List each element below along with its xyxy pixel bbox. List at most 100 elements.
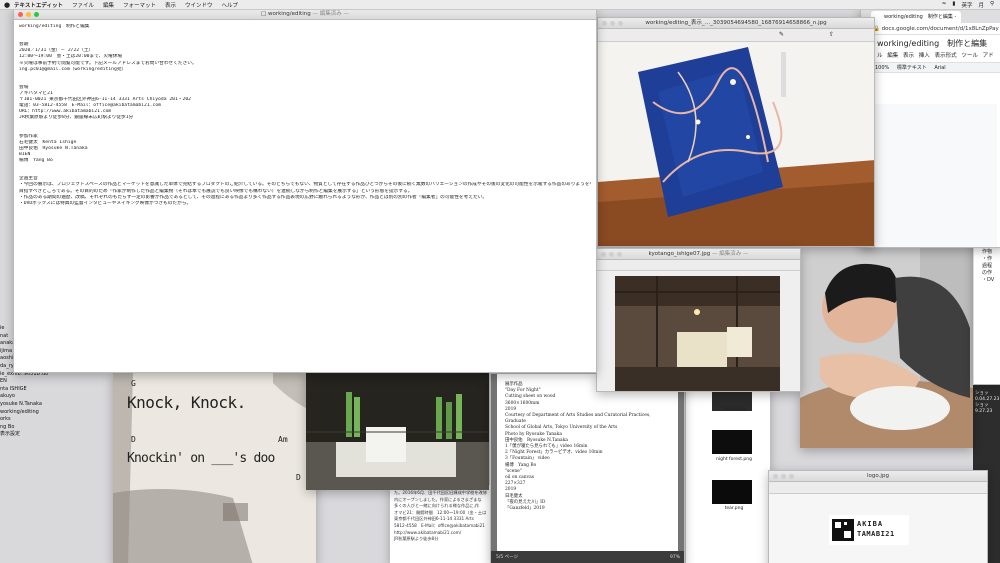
kyoto-status: — 編集済み — — [712, 251, 749, 257]
knock-line1: Knock, Knock. — [127, 393, 246, 412]
share-icon[interactable]: ⇧ — [829, 31, 834, 38]
jpdoc-line: 東京都千代田区外神田6-11-14 3331 Arts — [394, 516, 474, 522]
menu-view[interactable]: 表示 — [165, 1, 176, 9]
zoom-button[interactable] — [34, 12, 39, 17]
desktop-file-item[interactable]: orks — [0, 416, 60, 424]
browser-tabbar: working/editing 制作と編集 - — [861, 9, 1000, 23]
warehouse-photo — [597, 272, 800, 391]
browser-tab-label: working/editing 制作と編集 - — [884, 14, 957, 20]
editor-titlebar[interactable]: □ working/editing — 編集済み — — [14, 9, 596, 20]
logo-text-1: AKIBA — [857, 520, 884, 528]
gdoc-title[interactable]: working/editing 制作と編集 — [861, 35, 1000, 49]
menubar: ● テキストエディット ファイル 編集 フォーマット 表示 ウインドウ ヘルプ … — [0, 0, 1000, 10]
logo-toolbar — [769, 482, 987, 494]
zoom-select[interactable]: 100% — [875, 65, 889, 71]
chord-g: G — [131, 379, 136, 388]
desktop-file-item[interactable]: akuyo — [0, 393, 60, 401]
text-editor-window: □ working/editing — 編集済み — working/editi… — [13, 8, 597, 373]
menu-help[interactable]: ヘルプ — [222, 1, 239, 9]
status-area: ≈ ▮ 英字 月 ⚲ — [942, 1, 1000, 9]
thumb-label-night-forest[interactable]: night forest.png — [704, 457, 764, 462]
doc-icon: □ — [261, 11, 267, 17]
menu-edit[interactable]: 編集 — [103, 1, 114, 9]
desktop-file-item[interactable]: yosuke N.Tanaka — [0, 401, 60, 409]
markup-icon[interactable]: ✎ — [779, 31, 784, 38]
clock[interactable]: 月 — [978, 1, 984, 9]
photo-window-installation: working/editing_表示_…_3039054694580_16876… — [597, 17, 875, 247]
jpdoc-line: 5812-4558 E-Mail：office@akibatamabi21 — [394, 522, 485, 528]
jpdoc-line: 多くの人びと一緒に向けられる様な作品に,作 — [394, 503, 480, 509]
gdoc-toolbar: 100% 標準テキスト Arial — [861, 62, 1000, 73]
gdoc-menu-view[interactable]: 表示 — [903, 53, 914, 59]
apple-icon[interactable]: ● — [0, 1, 14, 9]
chord-d2: D — [296, 473, 301, 482]
page-indicator: 5/5 ページ — [496, 555, 519, 560]
chord-am: Am — [278, 435, 288, 444]
editor-title: working/editing — [267, 11, 311, 17]
menubar-app-name[interactable]: テキストエディット — [14, 1, 63, 9]
gdoc-menu-edit[interactable]: 編集 — [887, 53, 898, 59]
glass-bottles-photo — [306, 372, 489, 490]
gdoc-menu-format[interactable]: 表示形式 — [935, 53, 957, 59]
logo-title: logo.jpg — [867, 473, 889, 479]
jpdoc-line: JR秋葉原駅より徒歩8分 — [394, 536, 439, 542]
sleeping-person-photo — [800, 248, 973, 448]
search-icon[interactable]: ⚲ — [990, 1, 994, 9]
logo-window: logo.jpg AKIBA TAMABI21 — [768, 470, 988, 563]
kyoto-titlebar[interactable]: kyotango_ishige07.jpg — 編集済み — — [597, 249, 800, 260]
installation-photo — [598, 42, 874, 246]
photo-window-kyotango: kyotango_ishige07.jpg — 編集済み — — [596, 248, 801, 392]
thumb-night-forest[interactable] — [712, 430, 752, 454]
document-viewer: 展示作品 "Day For Night" Cutting sheet on wood… — [490, 373, 685, 563]
menu-window[interactable]: ウインドウ — [185, 1, 213, 9]
menu-format[interactable]: フォーマット — [123, 1, 156, 9]
desktop-file-item[interactable]: working/editing — [0, 409, 60, 417]
logo-titlebar[interactable]: logo.jpg — [769, 471, 987, 482]
editor-status: — 編集済み — — [312, 11, 349, 17]
battery-icon[interactable]: ▮ — [952, 1, 955, 9]
jpdoc-line: た。2016年6月、田千代田区旧錬成中学校を改修 — [394, 490, 487, 495]
japanese-text-document: た。2016年6月、田千代田区旧錬成中学校を改修 内にオープンしました。作家による… — [390, 485, 492, 563]
photo-titlebar[interactable]: working/editing_表示_…_3039054694580_16876… — [598, 18, 874, 29]
address-bar[interactable]: 🔒 docs.google.com/document/d/1x8LnZpPay — [861, 23, 1000, 35]
input-method[interactable]: 英字 — [961, 1, 972, 9]
font-select[interactable]: Arial — [934, 65, 945, 71]
gdoc-edge-text: 作物 — [982, 249, 993, 255]
logo-mark-icon — [832, 519, 854, 541]
browser-tab[interactable]: working/editing 制作と編集 - — [871, 11, 961, 23]
menu-file[interactable]: ファイル — [72, 1, 94, 9]
logo-text-2: TAMABI21 — [857, 530, 895, 538]
editor-text-area[interactable]: working/editing 制作と編集 会期 2020／1/31（金）－ 2/2… — [14, 20, 596, 217]
knock-line2: Knockin' on ___'s doo — [127, 451, 275, 466]
photo-toolbar: ✎ ⇧ — [598, 29, 874, 42]
viewer-statusbar: 5/5 ページ 97% — [491, 551, 684, 563]
logo-image: AKIBA TAMABI21 — [829, 515, 909, 545]
gdoc-menu-insert[interactable]: 挿入 — [919, 53, 930, 59]
minimize-button[interactable] — [26, 12, 31, 17]
address-url: docs.google.com/document/d/1x8LnZpPay — [881, 26, 999, 32]
style-select[interactable]: 標準テキスト — [897, 65, 927, 71]
sleeping-person-image — [800, 248, 973, 448]
glass-bottles-image — [306, 372, 489, 490]
desktop-file-item[interactable]: nta ISHIGE — [0, 386, 60, 394]
kyoto-title: kyotango_ishige07.jpg — [648, 251, 711, 257]
gdoc-menu-tools[interactable]: ツール — [961, 53, 978, 59]
zoom-level[interactable]: 97% — [670, 551, 680, 563]
desktop-file-item[interactable]: 表示設定 — [0, 431, 60, 439]
gdoc-menu-addons[interactable]: アド — [983, 53, 994, 59]
close-button[interactable] — [18, 12, 23, 17]
thumb-tear[interactable] — [712, 480, 752, 504]
editor-line: ・今回の展示は、プロジェクトスペースの作品とマーケットを意識した単体で完結するプ… — [19, 182, 591, 188]
gdoc-edge-text: の作 — [982, 270, 993, 276]
gdoc-menu-file[interactable]: ル — [877, 53, 883, 59]
gdoc-page-area — [873, 104, 997, 247]
gdoc-edge-text: 過程 — [982, 263, 993, 269]
document-page[interactable]: 展示作品 "Day For Night" Cutting sheet on wood… — [497, 374, 678, 552]
finder-thumbnail-column: tear2.png night forest.png tear.png — [686, 385, 770, 563]
wifi-icon[interactable]: ≈ — [942, 1, 947, 9]
thumb-label-tear2[interactable]: tear2.png — [704, 407, 764, 412]
document-line: Courtesy of Department of Arts Studies a… — [505, 413, 651, 425]
desktop-file-item[interactable]: EN — [0, 378, 60, 386]
thumb-label-tear[interactable]: tear.png — [704, 506, 764, 511]
